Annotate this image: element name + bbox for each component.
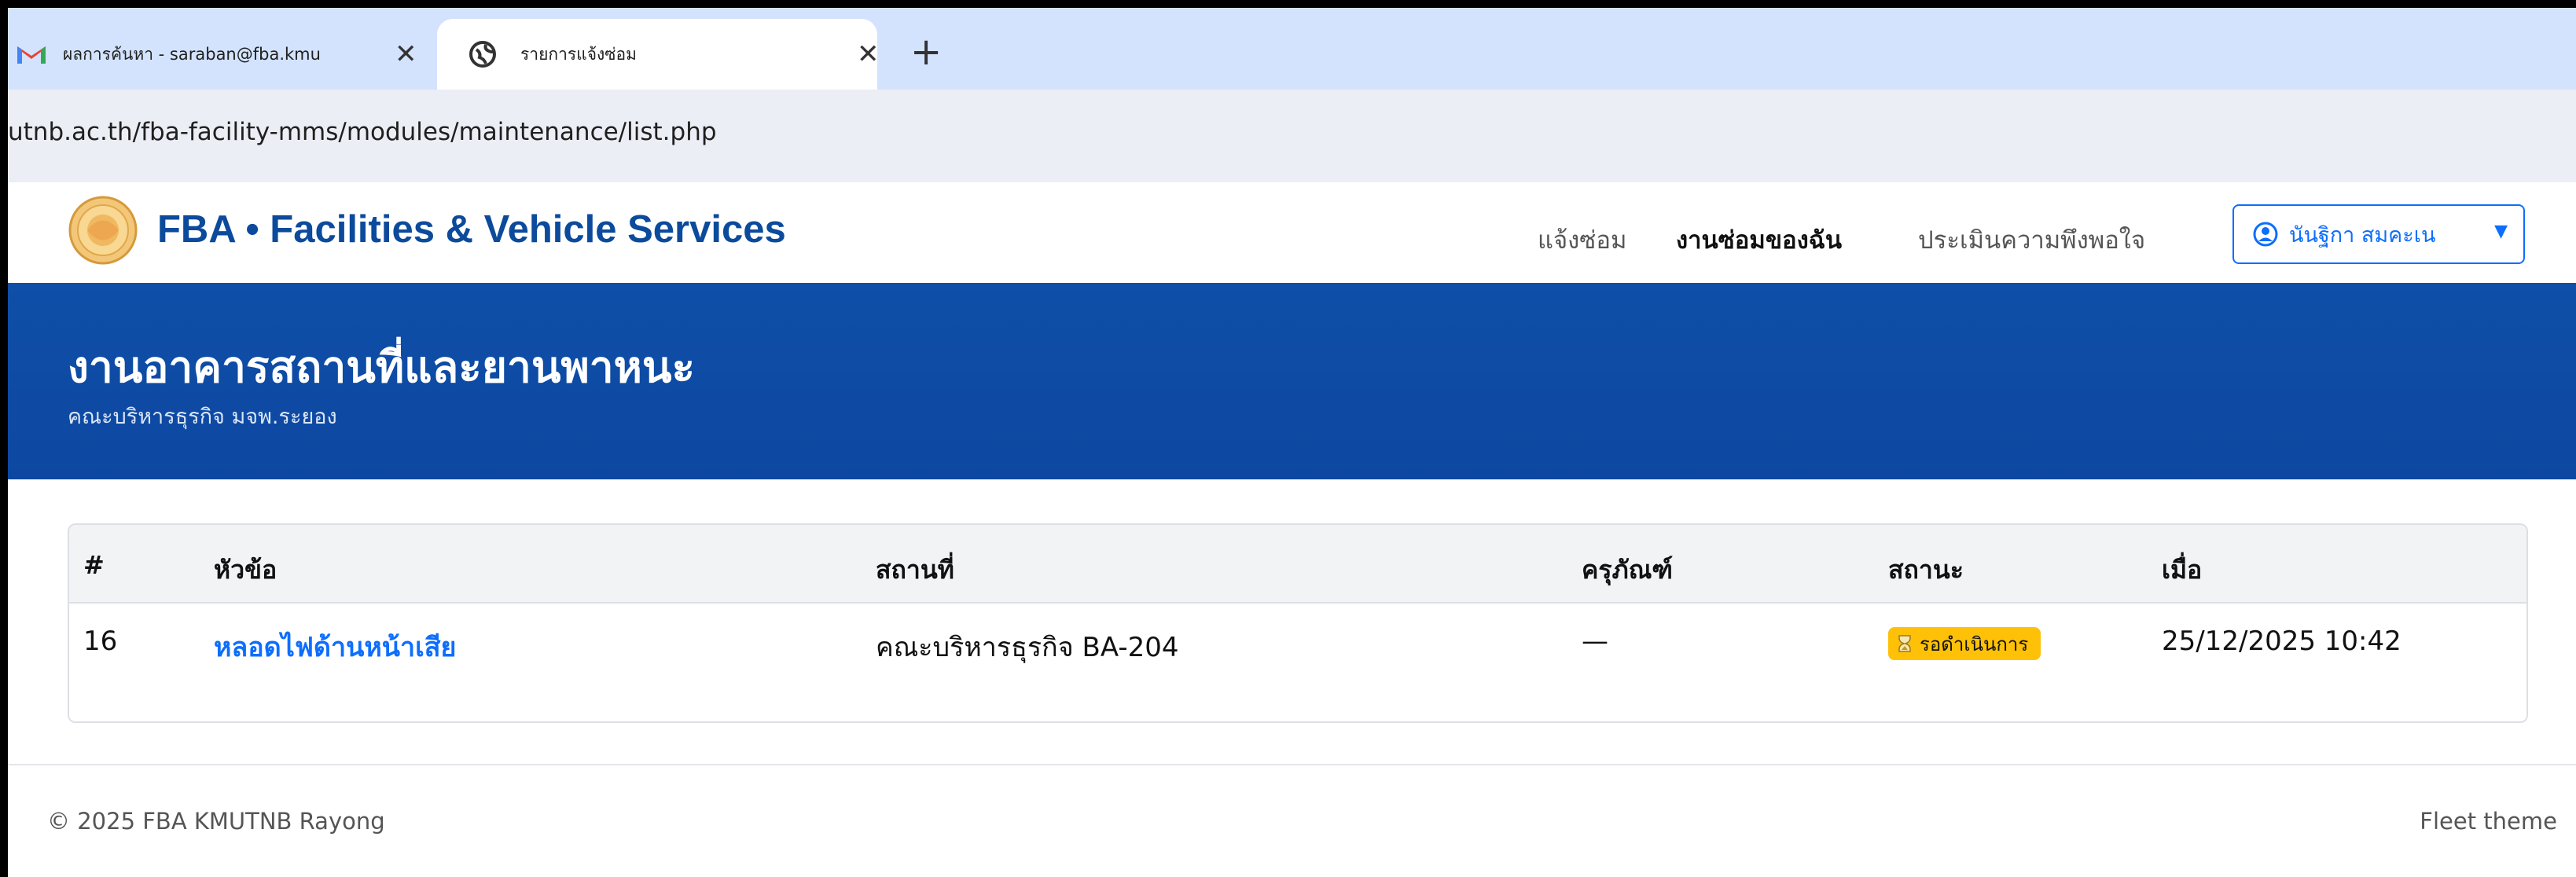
footer-copyright: © 2025 FBA KMUTNB Rayong [47,808,385,835]
cell-when: 25/12/2025 10:42 [2162,626,2401,657]
status-badge: รอดำเนินการ [1888,627,2041,660]
site-navbar: FBA • Facilities & Vehicle Services แจ้ง… [8,182,2576,283]
new-tab-button[interactable]: + [910,28,942,75]
cell-equipment: — [1582,626,1608,657]
gmail-icon [17,46,46,64]
nav-link-satisfaction[interactable]: ประเมินความพึงพอใจ [1918,220,2145,259]
user-menu-button[interactable]: นันฐิกา สมคะเน ▼ [2232,204,2525,264]
table-row: 16 หลอดไฟด้านหน้าเสีย คณะบริหารธุรกิจ BA… [69,604,2526,721]
footer-divider [8,764,2576,765]
tab-maintenance-list[interactable]: รายการแจ้งซ่อม ✕ [437,19,880,90]
status-text: รอดำเนินการ [1920,633,2029,655]
column-header-location: สถานที่ [876,555,954,585]
close-tab-icon[interactable]: ✕ [857,39,880,70]
column-header-title: หัวข้อ [214,555,277,585]
address-bar[interactable]: utnb.ac.th/fba-facility-mms/modules/main… [8,90,2576,182]
nav-link-my-repairs[interactable]: งานซ่อมของฉัน [1676,220,1842,259]
column-header-equipment: ครุภัณฑ์ [1582,555,1673,585]
table-header: # หัวข้อ สถานที่ ครุภัณฑ์ สถานะ เมื่อ [69,525,2526,604]
user-name: นันฐิกา สมคะเน [2289,222,2436,248]
page-subtitle: คณะบริหารธุรกิจ มจพ.ระยอง [68,405,337,429]
tab-strip: ผลการค้นหา - saraban@fba.kmu ✕ รายการแจ้… [8,8,2576,90]
tab-gmail-search[interactable]: ผลการค้นหา - saraban@fba.kmu ✕ [8,19,432,90]
column-header-when: เมื่อ [2162,555,2203,585]
cell-location: คณะบริหารธุรกิจ BA-204 [876,632,1179,663]
hero-banner: งานอาคารสถานที่และยานพาหนะ คณะบริหารธุรก… [8,283,2576,479]
maintenance-table: # หัวข้อ สถานที่ ครุภัณฑ์ สถานะ เมื่อ 16… [68,523,2528,723]
column-header-id: # [83,550,105,580]
footer-theme-label: Fleet theme [2420,808,2557,835]
repair-title-link[interactable]: หลอดไฟด้านหน้าเสีย [214,626,456,668]
university-seal-logo[interactable] [68,195,138,266]
cell-id: 16 [83,626,118,657]
page-title: งานอาคารสถานที่และยานพาหนะ [68,342,696,392]
user-circle-icon [2253,222,2278,247]
nav-link-report-repair[interactable]: แจ้งซ่อม [1538,220,1626,259]
url-text[interactable]: utnb.ac.th/fba-facility-mms/modules/main… [8,118,717,146]
tab-label: ผลการค้นหา - saraban@fba.kmu [63,44,321,64]
brand-title[interactable]: FBA • Facilities & Vehicle Services [157,207,786,251]
browser-window: ผลการค้นหา - saraban@fba.kmu ✕ รายการแจ้… [8,8,2576,877]
caret-down-icon: ▼ [2494,222,2508,241]
tab-label: รายการแจ้งซ่อม [520,44,637,64]
hourglass-icon [1898,635,1911,652]
column-header-status: สถานะ [1888,555,1964,585]
close-tab-icon[interactable]: ✕ [395,39,417,70]
globe-icon [469,41,496,68]
